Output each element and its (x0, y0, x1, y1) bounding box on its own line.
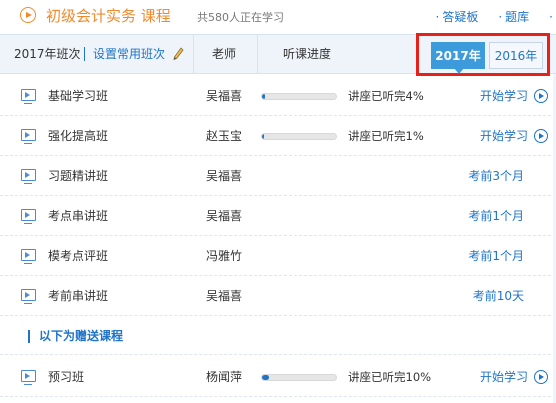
class-name[interactable]: 考前串讲班 (48, 276, 108, 316)
teacher-name: 吴福喜 (206, 289, 243, 303)
class-row: 考点串讲班 吴福喜 考前1个月 (0, 196, 556, 236)
class-name[interactable]: 基础学习班 (48, 76, 108, 116)
video-monitor-icon (21, 289, 36, 304)
column-teacher: 老师 (212, 47, 237, 61)
video-monitor-icon (21, 209, 36, 224)
dot-icon: · (435, 10, 440, 24)
progress-bar (261, 93, 337, 100)
teacher-name: 吴福喜 (206, 209, 243, 223)
dot-icon: · (498, 10, 503, 24)
progress-text: 讲座已听完1% (348, 129, 424, 143)
play-circle-icon[interactable] (534, 370, 548, 384)
video-monitor-icon (21, 89, 36, 104)
class-row: 模考点评班 冯雅竹 考前1个月 (0, 236, 556, 276)
class-row: 考前串讲班 吴福喜 考前10天 (0, 276, 556, 316)
year-selector: 2017年 2016年 (416, 33, 550, 76)
teacher-name: 冯雅竹 (206, 249, 243, 263)
set-common-class-link[interactable]: 设置常用班次 (93, 35, 165, 73)
class-row: 预习班 杨闻萍 讲座已听完10% 开始学习 (0, 357, 556, 397)
learner-count: 共580人正在学习 (197, 11, 284, 24)
progress-fill (262, 94, 265, 99)
pencil-icon[interactable] (173, 47, 184, 61)
column-divider (193, 35, 194, 73)
availability-text: 考前10天 (472, 289, 524, 303)
progress-fill (262, 134, 265, 139)
class-name[interactable]: 强化提高班 (48, 116, 108, 156)
start-learning-button[interactable]: 开始学习 (480, 357, 528, 397)
start-learning-button[interactable]: 开始学习 (480, 76, 528, 116)
class-row: 强化提高班 赵玉宝 讲座已听完1% 开始学习 (0, 116, 556, 156)
teacher-name: 吴福喜 (206, 89, 243, 103)
class-row: 习题精讲班 吴福喜 考前3个月 (0, 156, 556, 196)
progress-text: 讲座已听完10% (348, 370, 432, 384)
question-bank-link[interactable]: · 题库 (498, 10, 539, 24)
availability-text: 考前1个月 (468, 209, 524, 223)
header-divider (84, 47, 85, 61)
class-name[interactable]: 预习班 (48, 357, 84, 397)
progress-text: 讲座已听完4% (348, 89, 424, 103)
availability-text: 考前1个月 (468, 249, 524, 263)
dot-icon: · (549, 10, 553, 24)
progress-bar (261, 374, 337, 381)
availability-text: 考前3个月 (468, 169, 524, 183)
course-header: 初级会计实务 课程 共580人正在学习 · 答疑板 · 题库 · (0, 0, 556, 30)
class-name[interactable]: 模考点评班 (48, 236, 108, 276)
course-play-icon (20, 7, 36, 23)
column-divider (257, 35, 258, 73)
video-monitor-icon (21, 169, 36, 184)
play-circle-icon[interactable] (534, 89, 548, 103)
video-monitor-icon (21, 249, 36, 264)
progress-bar (261, 133, 337, 140)
column-class: 2017年班次 (14, 47, 81, 61)
course-title: 初级会计实务 课程 (46, 7, 171, 25)
teacher-name: 杨闻萍 (206, 370, 243, 384)
top-links: · 答疑板 · 题库 · (435, 8, 556, 25)
start-learning-button[interactable]: 开始学习 (480, 116, 528, 156)
play-circle-icon[interactable] (534, 129, 548, 143)
class-name[interactable]: 考点串讲班 (48, 196, 108, 236)
video-monitor-icon (21, 129, 36, 144)
section-marker (28, 330, 30, 343)
teacher-name: 赵玉宝 (206, 129, 243, 143)
progress-fill (262, 375, 270, 380)
column-progress: 听课进度 (283, 47, 332, 61)
tab-year-2017[interactable]: 2017年 (431, 42, 485, 74)
video-monitor-icon (21, 370, 36, 385)
teacher-name: 吴福喜 (206, 169, 243, 183)
qa-board-link[interactable]: · 答疑板 (435, 10, 488, 24)
tab-year-2016[interactable]: 2016年 (489, 42, 543, 69)
class-name[interactable]: 习题精讲班 (48, 156, 108, 196)
gift-section-header: 以下为赠送课程 (0, 317, 556, 355)
gift-section-title: 以下为赠送课程 (39, 329, 124, 343)
class-row: 基础学习班 吴福喜 讲座已听完4% 开始学习 (0, 76, 556, 116)
